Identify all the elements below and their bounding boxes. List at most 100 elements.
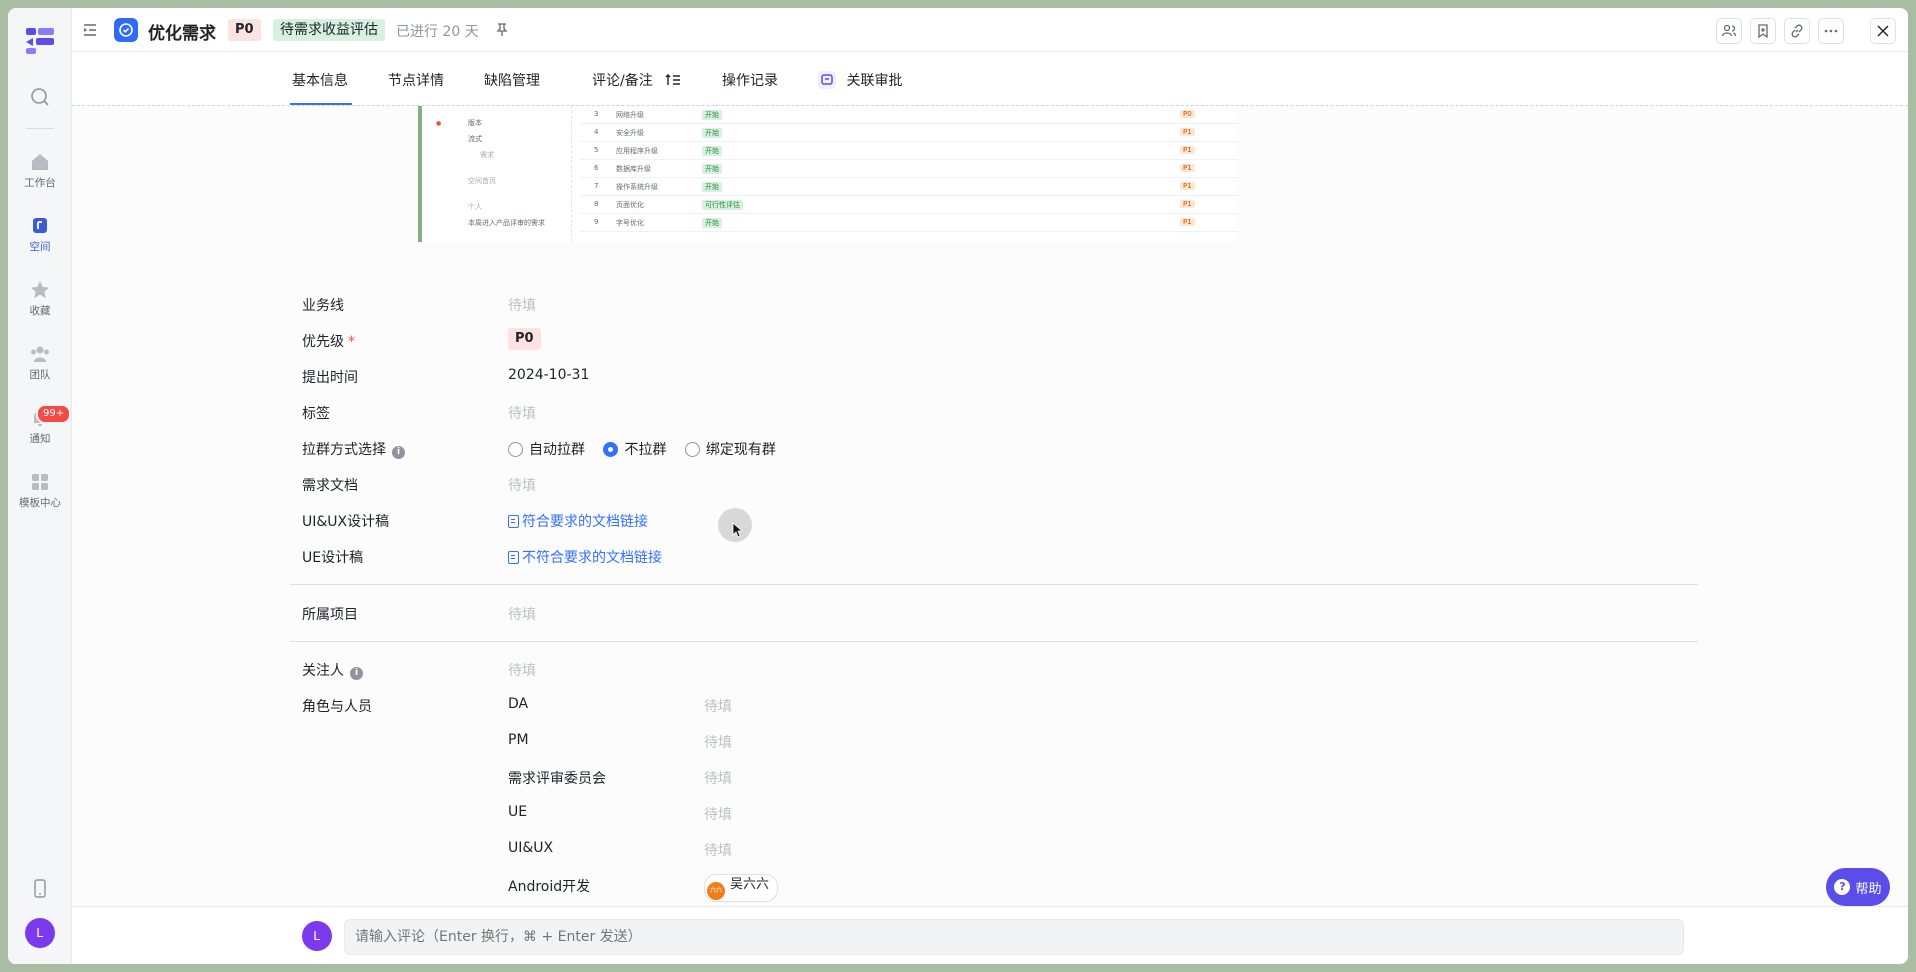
tab-comments[interactable]: 评论/备注 [592, 70, 681, 90]
embed-side-item: 流式 [468, 135, 482, 143]
embed-side-item: 需求 [480, 151, 494, 159]
section-divider [290, 584, 1698, 585]
rail-item-notifications[interactable]: 99+ 通知 [8, 404, 72, 462]
field-label-priority: 优先级 * [302, 331, 355, 351]
radio-auto-group[interactable]: 自动拉群 [508, 442, 585, 458]
space-icon [33, 218, 47, 233]
role-committee-input[interactable]: 待填 [704, 768, 732, 788]
role-pm-input[interactable]: 待填 [704, 732, 732, 752]
role-name: DA [508, 696, 529, 712]
role-uiux-input[interactable]: 待填 [704, 840, 732, 860]
app-window: 工作台 空间 收藏 团队 99+ 通知 模板中心 L 优化需求 P0 待需求收益… [8, 8, 1908, 964]
rail-item-label: 空间 [29, 241, 51, 253]
radio-circle [508, 442, 523, 457]
rail-item-space[interactable]: 空间 [8, 216, 72, 270]
created-time-value[interactable]: 2024-10-31 [508, 367, 589, 383]
watchers-input[interactable]: 待填 [508, 660, 536, 680]
radio-circle [684, 442, 700, 457]
user-avatar[interactable]: L [25, 918, 55, 948]
notification-badge: 99+ [36, 404, 72, 424]
requirement-type-icon [114, 18, 138, 42]
bookmark-button[interactable] [1750, 18, 1776, 44]
field-label-created-time: 提出时间 [302, 370, 358, 386]
active-tab-indicator [290, 103, 352, 105]
tags-input[interactable]: 待填 [508, 403, 536, 423]
tab-operation-log[interactable]: 操作记录 [722, 70, 778, 90]
rail-item-label: 模板中心 [19, 497, 61, 509]
ue-doc-link[interactable]: 不符合要求的文档链接 [508, 547, 662, 567]
close-button[interactable] [1870, 18, 1896, 44]
field-label-uiux-design: UI&UX设计稿 [302, 514, 390, 530]
role-da-input[interactable]: 待填 [704, 696, 732, 716]
cursor-icon [732, 522, 744, 538]
role-android-input[interactable]: 六六 吴六六 [704, 874, 779, 902]
embed-table-row: 4 安全升级 开始 P1 [580, 124, 1238, 142]
rail-item-workbench[interactable]: 工作台 [8, 152, 72, 206]
comment-bar: L [72, 906, 1908, 964]
rail-item-label: 通知 [29, 433, 51, 445]
document-icon [508, 551, 519, 564]
embed-badge-icon: ● [436, 120, 442, 127]
comment-user-avatar: L [302, 921, 332, 951]
link-icon [1791, 24, 1803, 38]
bookmark-icon [1758, 24, 1768, 39]
radio-no-group[interactable]: 不拉群 [603, 442, 666, 458]
tab-label: 关联审批 [846, 73, 903, 89]
radio-label: 自动拉群 [529, 442, 585, 458]
copy-link-button[interactable] [1784, 18, 1810, 44]
group-method-radio-group: 自动拉群 不拉群 绑定现有群 [508, 439, 790, 459]
tab-approvals[interactable]: 关联审批 [818, 70, 902, 90]
members-icon [1721, 24, 1737, 37]
tab-label: 评论/备注 [592, 73, 653, 89]
field-label-group-method: 拉群方式选择 i [302, 439, 405, 459]
approval-icon [818, 71, 836, 89]
template-icon [32, 474, 48, 490]
person-name: 吴六六 [730, 877, 770, 892]
rail-item-team[interactable]: 团队 [8, 344, 72, 398]
rail-item-templates[interactable]: 模板中心 [8, 472, 72, 526]
sidebar-toggle-icon[interactable] [82, 22, 98, 38]
tab-defects[interactable]: 缺陷管理 [484, 70, 540, 90]
radio-circle-checked [603, 442, 619, 457]
help-label: 帮助 [1855, 881, 1882, 897]
info-icon[interactable]: i [392, 446, 405, 459]
role-name: PM [508, 732, 529, 748]
status-badge[interactable]: 待需求收益评估 [273, 19, 385, 41]
pin-icon[interactable] [494, 21, 510, 37]
embedded-screenshot[interactable]: ● 版本 流式 需求 空间首页 个人 本周进入产品评审的需求 3 网络升级 开始 P0… [418, 106, 1238, 242]
priority-select[interactable]: P0 [508, 328, 541, 350]
person-chip[interactable]: 六六 吴六六 [704, 874, 779, 902]
radio-bind-existing[interactable]: 绑定现有群 [684, 442, 776, 458]
project-input[interactable]: 待填 [508, 604, 536, 624]
field-label-req-doc: 需求文档 [302, 478, 358, 494]
role-ue-input[interactable]: 待填 [704, 804, 732, 824]
business-line-input[interactable]: 待填 [508, 295, 536, 315]
label-text: 拉群方式选择 [302, 442, 386, 458]
help-icon: ? [1834, 879, 1851, 895]
embed-side-item: 个人 [468, 203, 482, 211]
tab-basic-info[interactable]: 基本信息 [292, 70, 348, 90]
info-icon[interactable]: i [350, 667, 363, 680]
comment-input[interactable] [344, 919, 1684, 955]
field-label-business-line: 业务线 [302, 298, 344, 314]
more-button[interactable] [1818, 18, 1844, 44]
embed-table-row: 7 操作系统升级 开始 P1 [580, 178, 1238, 196]
members-button[interactable] [1716, 18, 1742, 44]
embed-table-row: 6 数据库升级 开始 P1 [580, 160, 1238, 178]
field-label-watchers: 关注人 i [302, 660, 363, 680]
help-button[interactable]: ? 帮助 [1826, 868, 1890, 906]
embed-table-row: 9 字号优化 开始 P1 [580, 214, 1238, 232]
field-label-project: 所属项目 [302, 607, 358, 623]
uiux-doc-link[interactable]: 符合要求的文档链接 [508, 511, 648, 531]
app-logo-icon[interactable] [24, 26, 56, 56]
req-doc-input[interactable]: 待填 [508, 475, 536, 495]
search-icon[interactable] [27, 84, 53, 110]
tab-node-details[interactable]: 节点详情 [388, 70, 444, 90]
mobile-icon[interactable] [30, 878, 50, 900]
rail-item-label: 收藏 [29, 305, 51, 317]
field-label-tags: 标签 [302, 406, 330, 422]
rail-item-label: 工作台 [24, 177, 56, 189]
rail-item-favorites[interactable]: 收藏 [8, 280, 72, 334]
person-avatar: 六六 [707, 882, 725, 900]
page-title: 优化需求 [148, 24, 216, 44]
